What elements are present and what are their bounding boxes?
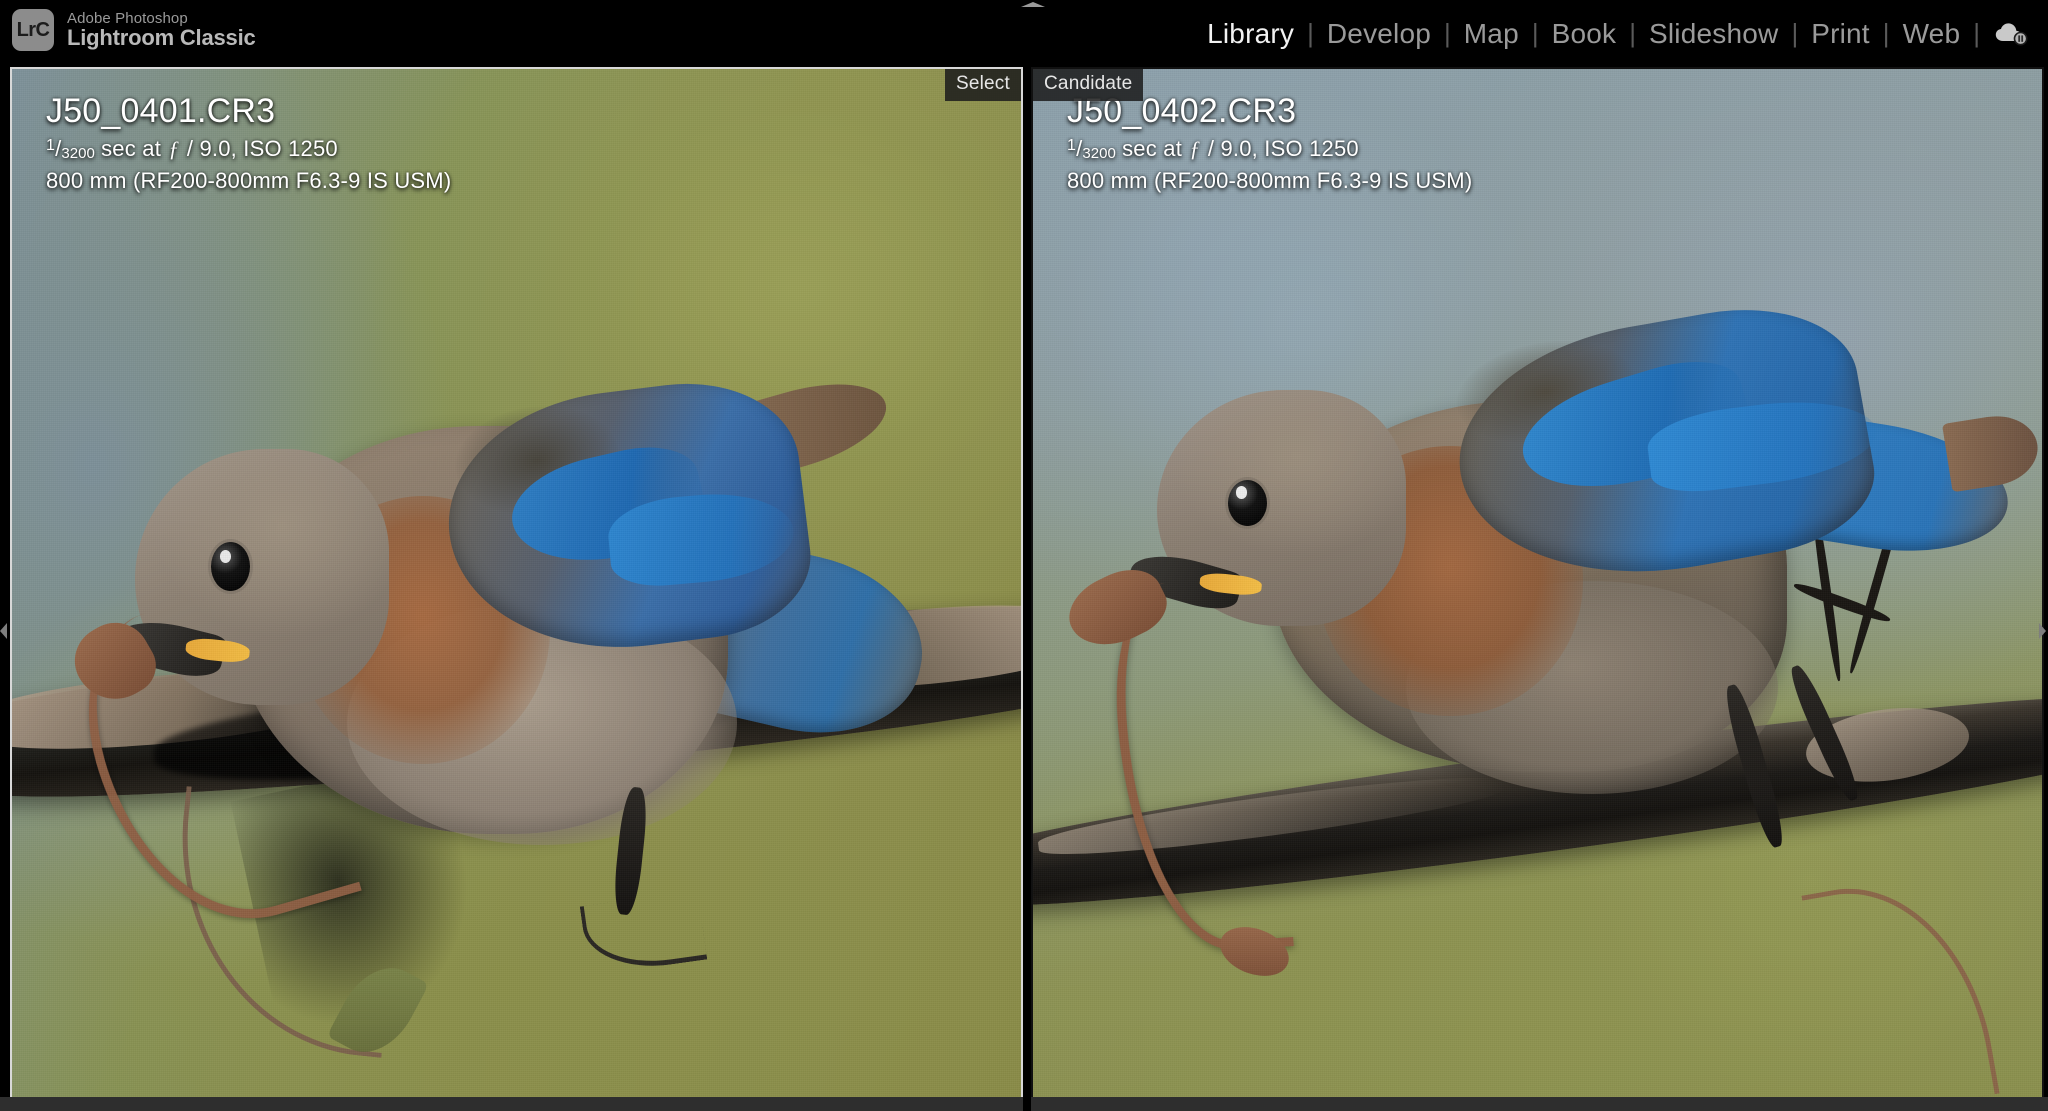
- module-separator: |: [1629, 17, 1637, 48]
- show-right-panel-handle[interactable]: [2039, 623, 2048, 639]
- lightroom-classic-window: LrC Adobe Photoshop Lightroom Classic Li…: [0, 0, 2048, 1111]
- select-badge: Select: [944, 69, 1021, 101]
- candidate-bluebird: [1058, 267, 2042, 985]
- module-develop[interactable]: Develop: [1314, 19, 1444, 48]
- candidate-badge: Candidate: [1033, 69, 1144, 101]
- product-name-label: Lightroom Classic: [67, 25, 256, 51]
- module-library[interactable]: Library: [1194, 19, 1307, 48]
- module-separator: |: [1791, 17, 1799, 48]
- module-separator: |: [1973, 17, 1980, 48]
- cloud-pause-icon: [1995, 22, 2028, 45]
- chevron-up-icon: [1021, 2, 1045, 7]
- app-branding: LrC Adobe Photoshop Lightroom Classic: [12, 9, 256, 51]
- chevron-left-icon: [0, 623, 7, 639]
- candidate-bird-eye: [1227, 479, 1267, 527]
- top-bar: LrC Adobe Photoshop Lightroom Classic Li…: [0, 0, 2048, 67]
- module-slideshow[interactable]: Slideshow: [1636, 19, 1791, 48]
- module-print[interactable]: Print: [1798, 19, 1883, 48]
- module-separator: |: [1882, 17, 1890, 48]
- product-family-label: Adobe Photoshop: [67, 9, 188, 27]
- chevron-right-icon: [2039, 623, 2046, 639]
- lrc-logo-icon: LrC: [12, 9, 54, 51]
- candidate-pane[interactable]: J50_0402.CR3 1/3200 sec at ƒ / 9.0, ISO …: [1031, 67, 2044, 1111]
- show-left-panel-handle[interactable]: [0, 623, 9, 639]
- compare-view-area: J50_0401.CR3 1/3200 sec at ƒ / 9.0, ISO …: [0, 67, 2048, 1111]
- select-bluebird: [60, 298, 941, 976]
- select-photo[interactable]: J50_0401.CR3 1/3200 sec at ƒ / 9.0, ISO …: [12, 69, 1021, 1109]
- module-map[interactable]: Map: [1451, 19, 1532, 48]
- candidate-photo[interactable]: J50_0402.CR3 1/3200 sec at ƒ / 9.0, ISO …: [1033, 69, 2042, 1109]
- module-web[interactable]: Web: [1890, 19, 1974, 48]
- sync-status-button[interactable]: [1980, 22, 2034, 46]
- select-pane[interactable]: J50_0401.CR3 1/3200 sec at ƒ / 9.0, ISO …: [10, 67, 1023, 1111]
- filmstrip-edge: [0, 1097, 2048, 1111]
- module-book[interactable]: Book: [1539, 19, 1630, 48]
- module-separator: |: [1444, 17, 1451, 48]
- module-separator: |: [1307, 17, 1314, 48]
- module-picker: Library | Develop | Map | Book | Slidesh…: [1194, 0, 2034, 67]
- module-separator: |: [1531, 17, 1539, 48]
- collapse-top-panel-handle[interactable]: [1017, 0, 1049, 8]
